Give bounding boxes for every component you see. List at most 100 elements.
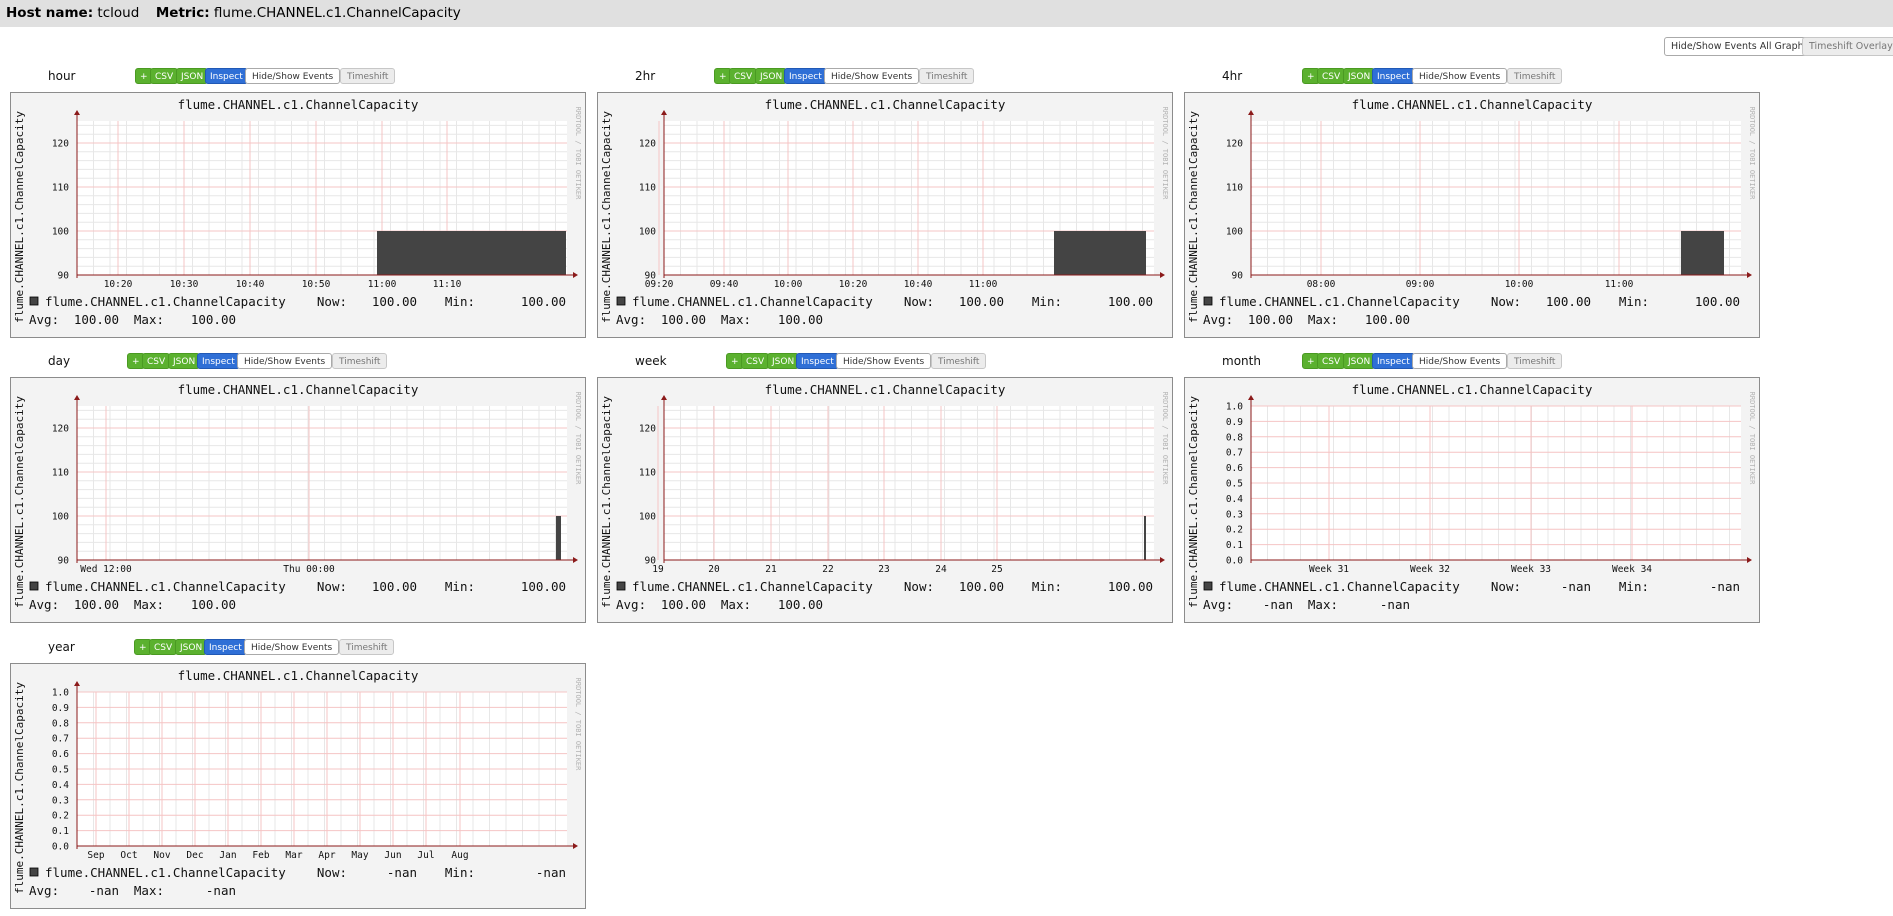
json-button[interactable]: JSON bbox=[168, 353, 201, 369]
hide-show-events-button[interactable]: Hide/Show Events bbox=[1412, 68, 1508, 84]
json-button[interactable]: JSON bbox=[175, 639, 208, 655]
host-value: tcloud bbox=[97, 5, 140, 21]
y-tick-label: 0.9 bbox=[52, 703, 69, 714]
timeshift-button[interactable]: Timeshift bbox=[332, 353, 388, 369]
inspect-button[interactable]: Inspect bbox=[784, 68, 827, 84]
rrd-graph[interactable]: 90 100 110 120 Wed 12:00 Thu 00:00 flume.CHANN… bbox=[10, 377, 586, 623]
json-button[interactable]: JSON bbox=[767, 353, 800, 369]
json-button[interactable]: JSON bbox=[1343, 353, 1376, 369]
x-tick-label: 19 bbox=[652, 564, 664, 575]
json-button[interactable]: JSON bbox=[176, 68, 209, 84]
inspect-button[interactable]: Inspect bbox=[1372, 353, 1415, 369]
y-tick-label: 0.6 bbox=[52, 749, 69, 760]
hide-show-events-all-graphs-button[interactable]: Hide/Show Events All Graphs bbox=[1664, 37, 1816, 56]
json-button[interactable]: JSON bbox=[1343, 68, 1376, 84]
vertical-axis-label: flume.CHANNEL.c1.ChannelCapacity bbox=[1187, 111, 1200, 323]
y-tick-label: 0.8 bbox=[52, 718, 69, 729]
graph-title: flume.CHANNEL.c1.ChannelCapacity bbox=[178, 382, 419, 397]
y-tick-label: 0.8 bbox=[1226, 432, 1243, 443]
y-tick-label: 120 bbox=[52, 139, 69, 150]
graph-title: flume.CHANNEL.c1.ChannelCapacity bbox=[765, 97, 1006, 112]
legend-min-value: 100.00 bbox=[1695, 294, 1740, 309]
legend-avg-label: Avg: bbox=[29, 597, 59, 612]
graph-canvas: 90 100 110 120 08:00 09:00 10:00 11:00 flume.CHA… bbox=[1187, 97, 1756, 327]
inspect-button[interactable]: Inspect bbox=[1372, 68, 1415, 84]
rrd-graph[interactable]: 90 100 110 120 10:20 10:30 10:40 10:50 11:00 11:1… bbox=[10, 92, 586, 338]
timeshift-button[interactable]: Timeshift bbox=[931, 353, 987, 369]
timeshift-button[interactable]: Timeshift bbox=[340, 68, 396, 84]
x-tick-label: Mar bbox=[285, 850, 302, 861]
data-area bbox=[1054, 231, 1146, 275]
vertical-axis-label: flume.CHANNEL.c1.ChannelCapacity bbox=[1187, 396, 1200, 608]
legend-now-label: Now: bbox=[317, 294, 347, 309]
csv-button[interactable]: CSV bbox=[150, 68, 179, 84]
legend-avg-label: Avg: bbox=[616, 312, 646, 327]
timeshift-button[interactable]: Timeshift bbox=[919, 68, 975, 84]
y-tick-label: 110 bbox=[52, 468, 69, 479]
graph-canvas: 0.0 0.1 0.2 0.3 0.4 0.5 0.6 0.7 0.8 0.9 1.0 Week 31… bbox=[1187, 382, 1756, 612]
csv-button[interactable]: CSV bbox=[142, 353, 171, 369]
json-button[interactable]: JSON bbox=[755, 68, 788, 84]
y-tick-label: 90 bbox=[58, 556, 70, 567]
hide-show-events-button[interactable]: Hide/Show Events bbox=[237, 353, 333, 369]
legend-swatch bbox=[616, 296, 626, 306]
timeshift-button[interactable]: Timeshift bbox=[1507, 68, 1563, 84]
x-tick-label: Sep bbox=[87, 850, 104, 861]
hide-show-events-button[interactable]: Hide/Show Events bbox=[245, 68, 341, 84]
hide-show-events-button[interactable]: Hide/Show Events bbox=[244, 639, 340, 655]
legend-max-value: 100.00 bbox=[778, 597, 823, 612]
legend-min-value: -nan bbox=[1710, 579, 1740, 594]
inspect-button[interactable]: Inspect bbox=[204, 639, 247, 655]
x-tick-label: 20 bbox=[708, 564, 720, 575]
rrd-graph[interactable]: 90 100 110 120 08:00 09:00 10:00 11:00 flume.CHA… bbox=[1184, 92, 1760, 338]
timeshift-button[interactable]: Timeshift bbox=[1507, 353, 1563, 369]
csv-button[interactable]: CSV bbox=[741, 353, 770, 369]
x-tick-label: May bbox=[351, 850, 368, 861]
inspect-button[interactable]: Inspect bbox=[197, 353, 240, 369]
legend-series-name: flume.CHANNEL.c1.ChannelCapacity bbox=[1219, 294, 1460, 309]
hide-show-events-button[interactable]: Hide/Show Events bbox=[836, 353, 932, 369]
timeshift-overlay-button[interactable]: Timeshift Overlay bbox=[1802, 37, 1893, 56]
legend-now-value: 100.00 bbox=[1546, 294, 1591, 309]
csv-button[interactable]: CSV bbox=[1317, 353, 1346, 369]
legend-max-label: Max: bbox=[1308, 597, 1338, 612]
y-tick-label: 120 bbox=[639, 424, 656, 435]
csv-button[interactable]: CSV bbox=[149, 639, 178, 655]
y-tick-label: 0.3 bbox=[52, 795, 69, 806]
timeshift-button[interactable]: Timeshift bbox=[339, 639, 395, 655]
legend-max-label: Max: bbox=[1308, 312, 1338, 327]
hide-show-events-button[interactable]: Hide/Show Events bbox=[824, 68, 920, 84]
y-tick-label: 100 bbox=[52, 227, 69, 238]
x-tick-label: 25 bbox=[991, 564, 1002, 575]
x-tick-label: Week 33 bbox=[1511, 564, 1551, 575]
legend-max-label: Max: bbox=[721, 597, 751, 612]
csv-button[interactable]: CSV bbox=[729, 68, 758, 84]
inspect-button[interactable]: Inspect bbox=[796, 353, 839, 369]
x-tick-label: Wed 12:00 bbox=[80, 564, 132, 575]
hide-show-events-button[interactable]: Hide/Show Events bbox=[1412, 353, 1508, 369]
x-axis-arrow-icon bbox=[573, 272, 578, 278]
y-tick-label: 120 bbox=[639, 139, 656, 150]
y-tick-label: 120 bbox=[52, 424, 69, 435]
legend-max-value: 100.00 bbox=[1365, 312, 1410, 327]
inspect-button[interactable]: Inspect bbox=[205, 68, 248, 84]
x-tick-label: Jan bbox=[219, 850, 236, 861]
y-tick-label: 0.0 bbox=[1226, 556, 1243, 567]
legend-now-label: Now: bbox=[317, 865, 347, 880]
legend-swatch bbox=[616, 581, 626, 591]
legend-max-value: -nan bbox=[1380, 597, 1410, 612]
rrd-graph[interactable]: 0.0 0.1 0.2 0.3 0.4 0.5 0.6 0.7 0.8 0.9 1.0 Week 31… bbox=[1184, 377, 1760, 623]
x-tick-label: 10:30 bbox=[170, 279, 199, 290]
panel-title: month bbox=[1222, 354, 1261, 368]
legend-swatch bbox=[29, 581, 39, 591]
rrd-graph[interactable]: 90 100 110 120 19 20 21 22 23 24 25 flume.CHANNEL.c… bbox=[597, 377, 1173, 623]
rrdtool-watermark: RRDTOOL / TOBI OETIKER bbox=[1748, 107, 1756, 201]
x-tick-label: Week 34 bbox=[1612, 564, 1652, 575]
legend-min-label: Min: bbox=[445, 865, 475, 880]
graph-canvas: 90 100 110 120 10:20 10:30 10:40 10:50 11:00 11:1… bbox=[13, 97, 582, 327]
panel-title: 2hr bbox=[635, 69, 656, 83]
rrd-graph[interactable]: 0.0 0.1 0.2 0.3 0.4 0.5 0.6 0.7 0.8 0.9 1.0 Sep Oct N… bbox=[10, 663, 586, 909]
csv-button[interactable]: CSV bbox=[1317, 68, 1346, 84]
rrd-graph[interactable]: 90 100 110 120 09:20 09:40 10:00 10:20 10:40 11:0… bbox=[597, 92, 1173, 338]
x-axis-arrow-icon bbox=[1160, 272, 1165, 278]
